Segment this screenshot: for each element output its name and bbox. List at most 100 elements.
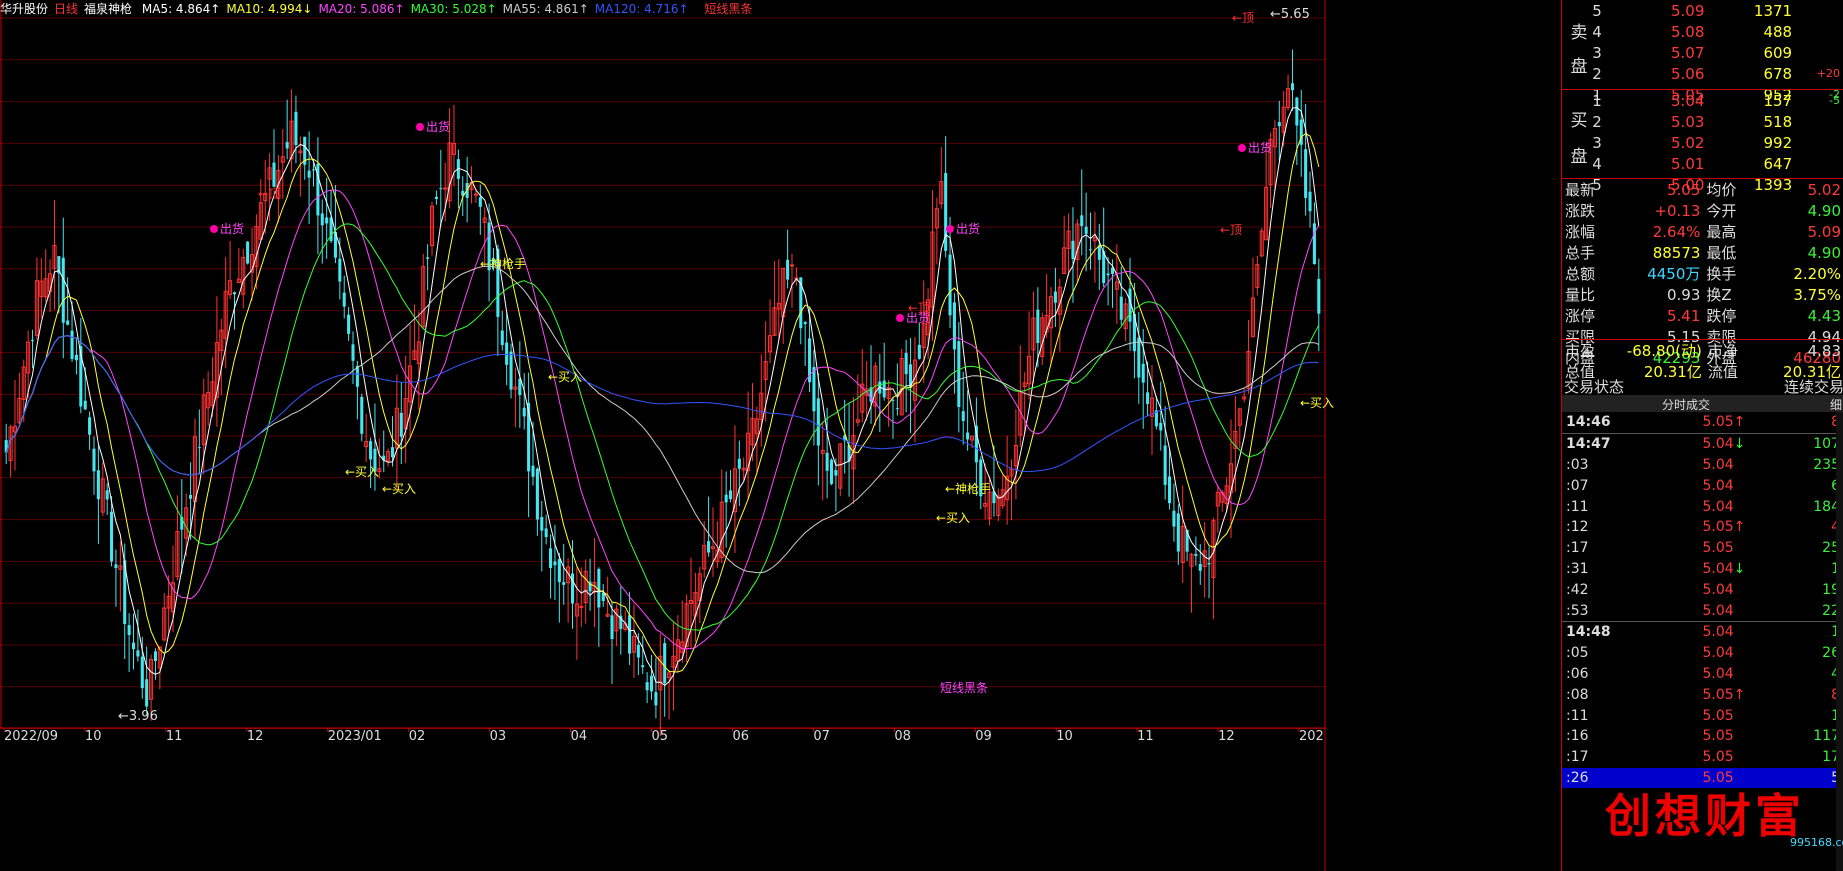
ticks-detail-button[interactable]: 细 — [1830, 396, 1842, 413]
watermark-logo: 创想财富 — [1605, 789, 1805, 843]
tick-scrollbar[interactable] — [1836, 412, 1843, 871]
candle-body — [500, 330, 504, 346]
order-row[interactable]: 2 5.03 518 — [1562, 111, 1843, 132]
stat-v1: +0.13 — [1654, 201, 1701, 220]
annotation-top: ←顶 — [908, 301, 930, 315]
stat-row: 涨停 5.41 跌停 4.43 — [1562, 305, 1843, 326]
tick-row[interactable]: 14:47 5.04↓ 107 — [1562, 434, 1843, 455]
candle-body — [649, 675, 654, 692]
tick-price-value: 5.04 — [1702, 581, 1734, 598]
x-tick-label: 12 — [247, 729, 264, 744]
candle-body — [1084, 226, 1088, 234]
tick-row[interactable]: :31 5.04↓1 — [1562, 559, 1843, 580]
tick-volume: 25 — [1822, 540, 1840, 557]
candle-body — [434, 196, 438, 200]
candle-body — [917, 344, 921, 359]
tick-price: 5.04 — [1661, 496, 1748, 517]
tick-row[interactable]: :11 5.05 1 — [1562, 705, 1843, 726]
order-lvl: 2 — [1592, 112, 1602, 131]
candle-body — [891, 399, 895, 401]
candle-body — [232, 292, 237, 295]
tick-row[interactable]: :08 5.05↑8 — [1562, 684, 1843, 705]
tick-volume: 22 — [1822, 602, 1840, 619]
tick-price-value: 5.04 — [1702, 456, 1734, 473]
tick-row[interactable]: :12 5.05↑4 — [1562, 517, 1843, 538]
tick-row[interactable]: :03 5.04 235 — [1562, 455, 1843, 476]
candle-body — [509, 351, 513, 390]
annotation-gun: ←神枪手 — [480, 256, 526, 271]
order-row[interactable]: 2 5.06 678 +20 — [1562, 63, 1843, 84]
order-row[interactable]: 4 5.08 488 — [1562, 21, 1843, 42]
ma-label: MA55: 4.861↑ — [502, 2, 589, 16]
tick-price-value: 5.05 — [1702, 728, 1734, 745]
candle-body — [535, 468, 539, 520]
candle-body — [1207, 562, 1211, 565]
sell-dot-icon — [210, 225, 218, 233]
stat-row: 量比 0.93 换Z 3.75% — [1562, 284, 1843, 305]
candle-body — [505, 342, 509, 365]
annotation-gun: ←神枪手 — [945, 481, 991, 496]
kline-chart[interactable]: 2022/09 10 11 12 2023/01 02 03 04 05 06 07 08 09 10 11… — [0, 0, 1560, 871]
candle-body — [355, 365, 359, 387]
tick-row[interactable]: :07 5.04 6 — [1562, 475, 1843, 496]
tick-volume: 107 — [1813, 436, 1840, 453]
tick-row[interactable]: :53 5.04 22 — [1562, 600, 1843, 621]
order-chg: -5 — [1829, 94, 1840, 107]
stat-v1: -68.80(动) — [1626, 342, 1702, 360]
tick-arrow-icon: ↓ — [1733, 560, 1746, 577]
order-row[interactable]: 1 5.04 157 -5 — [1562, 90, 1843, 111]
candle-body — [114, 564, 118, 569]
order-row[interactable]: 3 5.02 992 — [1562, 132, 1843, 153]
order-chg — [1796, 21, 1843, 42]
candle-body — [1198, 563, 1202, 571]
order-row[interactable]: 3 5.07 609 — [1562, 42, 1843, 63]
annotation-sell: 出货 — [220, 221, 244, 236]
candle-body — [636, 644, 640, 658]
candle-body — [88, 417, 92, 435]
tick-row[interactable]: :11 5.04 184 — [1562, 496, 1843, 517]
tick-row[interactable]: :17 5.05 25 — [1562, 538, 1843, 559]
stat-k2: 换Z — [1706, 286, 1732, 304]
candle-body — [1141, 363, 1145, 383]
candle-body — [531, 465, 535, 477]
tick-price: 5.05 — [1661, 726, 1748, 747]
candle-body — [439, 188, 443, 190]
candle-body — [816, 398, 820, 446]
tick-price-value: 5.04 — [1702, 477, 1734, 494]
candle-body — [1146, 392, 1150, 405]
ma-label: MA30: 5.028↑ — [410, 2, 497, 16]
candle-body — [478, 197, 482, 207]
x-tick-label: 06 — [732, 729, 749, 744]
tick-row[interactable]: 14:46 5.05↑8 — [1562, 412, 1843, 433]
tick-arrow-icon: ↓ — [1733, 436, 1746, 453]
candle-body — [952, 302, 956, 350]
candle-body — [786, 259, 790, 280]
tick-arrow-icon: ↑ — [1733, 519, 1746, 536]
tick-volume: 8 — [1748, 684, 1843, 705]
tick-row[interactable]: :05 5.04 26 — [1562, 643, 1843, 664]
tick-row[interactable]: :16 5.05 117 — [1562, 726, 1843, 747]
candle-body — [74, 354, 78, 361]
order-row[interactable]: 5 5.09 1371 — [1562, 0, 1843, 21]
tick-arrow-icon: ↑ — [1733, 414, 1746, 431]
trade-status-value: 连续交易 — [1783, 378, 1843, 396]
candle-body — [961, 411, 965, 422]
candle-body — [645, 682, 649, 691]
candle-body — [1080, 215, 1084, 227]
tick-price-value: 5.05 — [1702, 540, 1734, 557]
candle-body — [189, 494, 193, 499]
ticks-title: 分时成交 — [1662, 398, 1711, 412]
stat-v2: 2.20% — [1793, 264, 1841, 283]
tick-arrow-icon: ↑ — [1733, 686, 1746, 703]
tick-row[interactable]: :17 5.05 17 — [1562, 747, 1843, 768]
tick-row[interactable]: :42 5.04 19 — [1562, 579, 1843, 600]
order-vol: 157 — [1763, 91, 1793, 110]
candle-body — [834, 470, 838, 476]
stat-v2: 4.90 — [1807, 201, 1841, 220]
tick-row[interactable]: :06 5.04 4 — [1562, 664, 1843, 685]
order-price: 5.02 — [1671, 133, 1705, 152]
annotation-buy: ←买入 — [345, 465, 379, 479]
tick-row[interactable]: 14:48 5.04 1 — [1562, 622, 1843, 643]
order-row[interactable]: 4 5.01 647 — [1562, 153, 1843, 174]
ticks-header: 分时成交 细 — [1562, 395, 1843, 412]
